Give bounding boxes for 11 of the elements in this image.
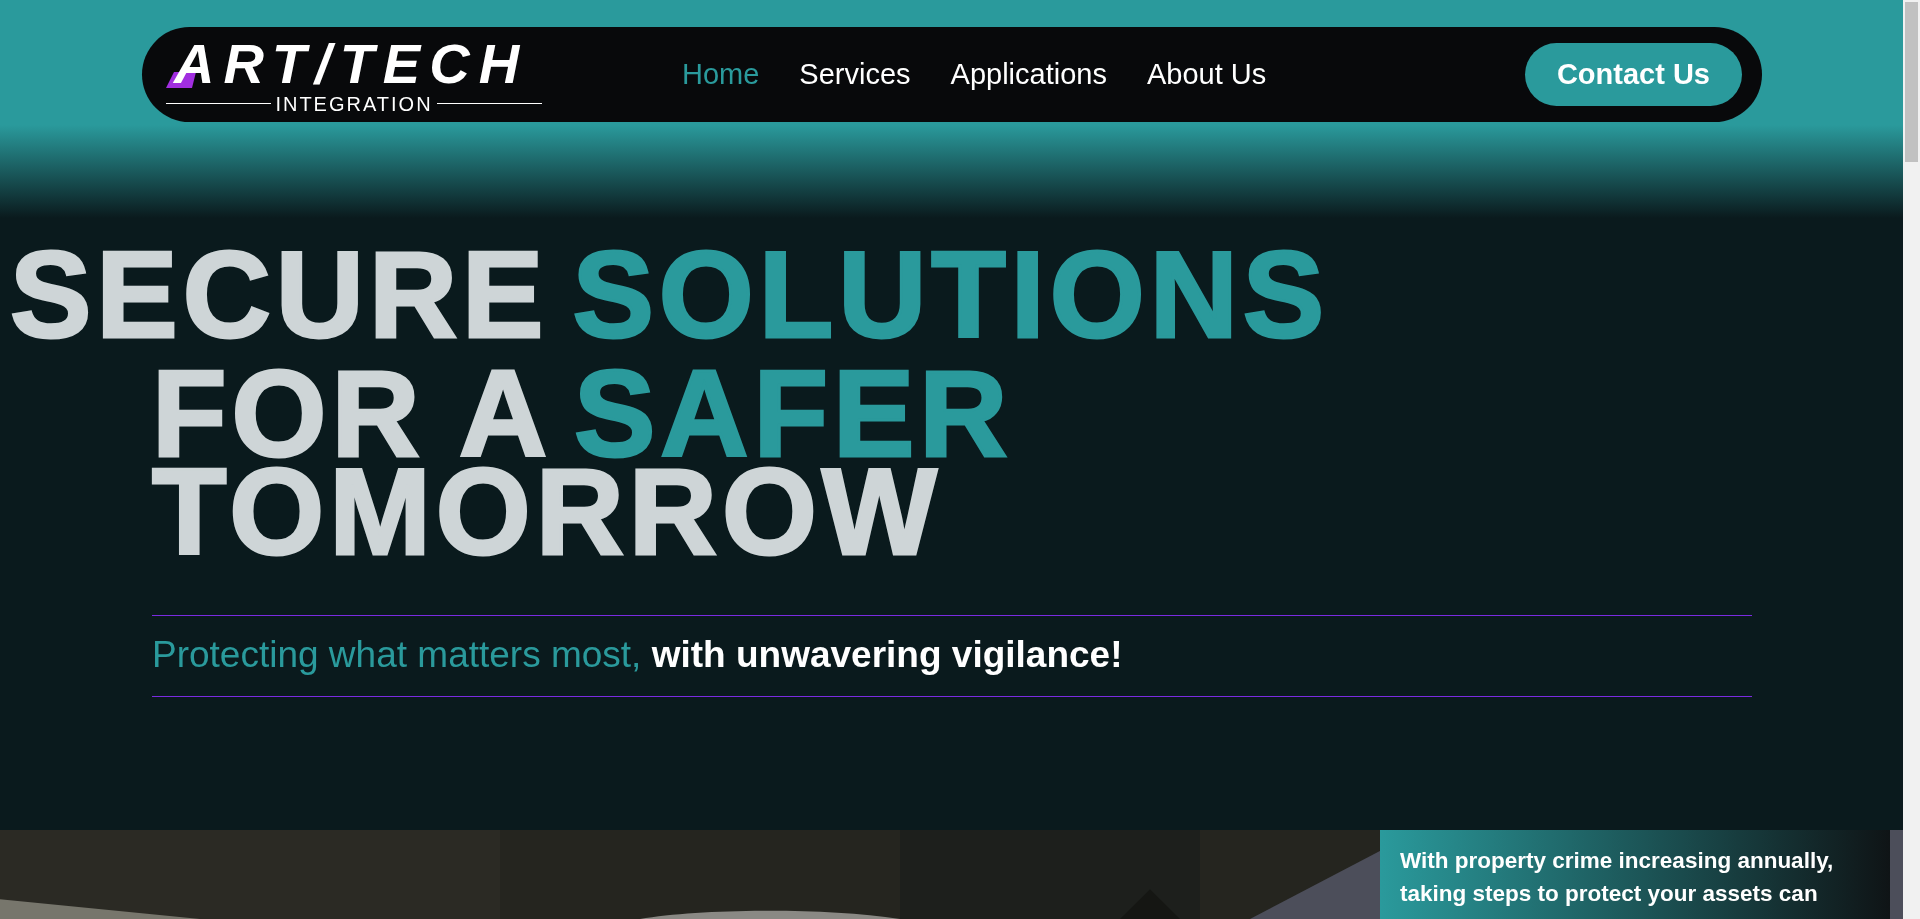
card-text: With property crime increasing annually, taking steps to protect your assets can (1400, 847, 1835, 908)
nav-link[interactable]: Home (682, 58, 760, 91)
logo-subtitle: INTEGRATION (275, 93, 433, 114)
hero-heading: SOLUTIONS (572, 234, 1330, 356)
logo-title[interactable]: ART/TECH (174, 35, 529, 92)
hero-heading: SECURE (10, 234, 549, 356)
nav-link[interactable]: About Us (1146, 58, 1267, 91)
nav-link[interactable]: Applications (950, 58, 1107, 91)
scrollbar[interactable] (1903, 0, 1920, 919)
nav-link[interactable]: Services (799, 58, 911, 91)
tagline: Protecting what matters most, with unwavering vigilance! (152, 634, 1124, 676)
